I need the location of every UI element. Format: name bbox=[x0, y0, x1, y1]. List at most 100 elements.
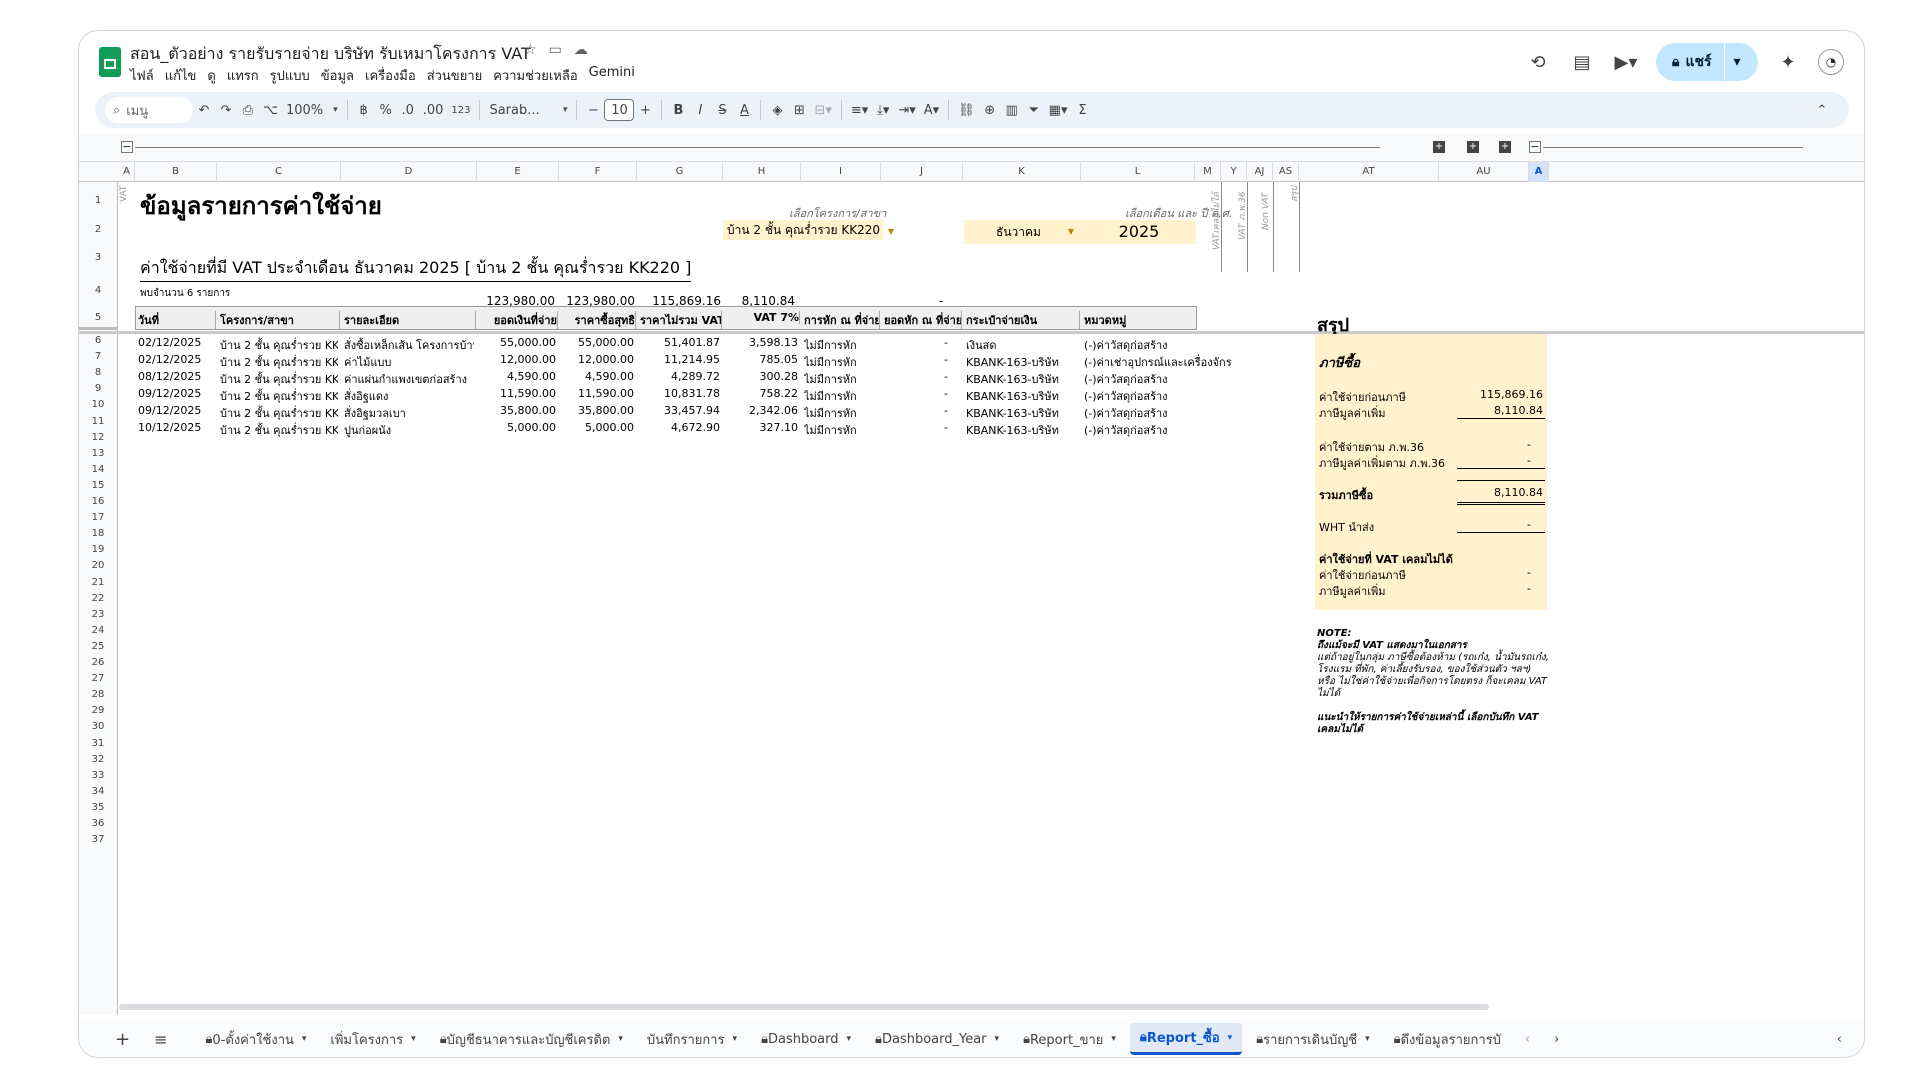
col-header[interactable]: M bbox=[1195, 162, 1221, 182]
table-cell[interactable]: - bbox=[884, 336, 960, 349]
table-cell[interactable]: KBANK-163-บริษัท bbox=[966, 353, 1078, 371]
table-cell[interactable]: - bbox=[884, 421, 960, 434]
menu-edit[interactable]: แก้ไข bbox=[165, 65, 197, 86]
table-cell[interactable]: 3,598.13 bbox=[726, 336, 798, 349]
row-header[interactable]: 23 bbox=[79, 607, 117, 623]
menu-data[interactable]: ข้อมูล bbox=[321, 65, 354, 86]
row-header[interactable]: 11 bbox=[79, 414, 117, 430]
row-header[interactable]: 31 bbox=[79, 736, 117, 752]
more-formats-button[interactable]: 123 bbox=[447, 97, 474, 123]
table-cell[interactable]: 785.05 bbox=[726, 353, 799, 366]
merge-cells-icon[interactable]: ⊟▾ bbox=[810, 97, 835, 123]
table-cell[interactable]: 300.28 bbox=[726, 370, 799, 383]
menu-format[interactable]: รูปแบบ bbox=[270, 65, 310, 86]
table-cell[interactable]: ไม่มีการหัก bbox=[804, 370, 878, 388]
row-header[interactable]: 25 bbox=[79, 639, 117, 655]
table-cell[interactable]: 5,000.00 bbox=[480, 421, 556, 434]
table-cell[interactable]: 4,590.00 bbox=[480, 370, 556, 383]
month-select[interactable]: ธันวาคม ▼ bbox=[964, 220, 1082, 244]
percent-button[interactable]: % bbox=[375, 97, 397, 123]
row-header[interactable]: 27 bbox=[79, 671, 117, 687]
group-collapse-icon-2[interactable]: − bbox=[1529, 141, 1541, 153]
col-header[interactable]: I bbox=[801, 162, 881, 182]
table-cell[interactable]: 33,457.94 bbox=[640, 404, 720, 417]
table-cell[interactable]: 327.10 bbox=[726, 421, 799, 434]
table-cell[interactable]: สั่งอิฐแดง bbox=[344, 387, 474, 405]
table-cell[interactable]: - bbox=[884, 387, 960, 400]
collapse-toolbar-icon[interactable]: ⌃ bbox=[1811, 97, 1833, 123]
horizontal-align-icon[interactable]: ≡▾ bbox=[847, 97, 872, 123]
table-cell[interactable]: บ้าน 2 ชั้น คุณร่ำรวย KK220 bbox=[220, 404, 338, 422]
tab-menu-icon[interactable]: ▾ bbox=[1228, 1033, 1233, 1043]
horizontal-scrollbar[interactable] bbox=[119, 1004, 1489, 1010]
currency-button[interactable]: ฿ bbox=[353, 97, 375, 123]
col-header[interactable]: AU bbox=[1439, 162, 1529, 182]
table-cell[interactable]: (-)ค่าเช่าอุปกรณ์และเครื่องจักร bbox=[1084, 353, 1232, 371]
table-cell[interactable]: สั่งอิฐมวลเบา bbox=[344, 404, 474, 422]
col-header[interactable]: B bbox=[135, 162, 217, 182]
side-panel-toggle-icon[interactable]: ‹ bbox=[1827, 1023, 1852, 1055]
table-cell[interactable]: 35,800.00 bbox=[480, 404, 556, 417]
tab-menu-icon[interactable]: ▾ bbox=[618, 1034, 623, 1044]
row-header[interactable]: 29 bbox=[79, 703, 117, 719]
increase-decimal-button[interactable]: .00 bbox=[419, 97, 448, 123]
table-cell[interactable]: ไม่มีการหัก bbox=[804, 336, 878, 354]
table-cell[interactable]: 51,401.87 bbox=[640, 336, 720, 349]
filter-views-icon[interactable]: ▦▾ bbox=[1045, 97, 1072, 123]
font-select[interactable]: Sarab... ▾ bbox=[485, 97, 571, 123]
row-header[interactable]: 5 bbox=[79, 306, 117, 330]
share-dropdown-icon[interactable]: ▾ bbox=[1723, 43, 1750, 81]
table-cell[interactable]: ไม่มีการหัก bbox=[804, 421, 878, 439]
group-expand-icon-3[interactable]: + bbox=[1499, 141, 1511, 153]
version-history-icon[interactable]: ⟲ bbox=[1524, 48, 1552, 76]
row-header[interactable]: 1 bbox=[79, 182, 117, 220]
table-cell[interactable]: 2,342.06 bbox=[726, 404, 798, 417]
tab-import-data[interactable]: 🔒︎ ดึงข้อมูลรายการบั bbox=[1384, 1023, 1511, 1055]
col-header[interactable]: K bbox=[963, 162, 1081, 182]
table-cell[interactable]: บ้าน 2 ชั้น คุณร่ำรวย KK220 bbox=[220, 387, 338, 405]
table-cell[interactable]: บ้าน 2 ชั้น คุณร่ำรวย KK220 bbox=[220, 370, 338, 388]
table-cell[interactable]: เงินสด bbox=[966, 336, 1078, 354]
tab-record-entries[interactable]: บันทึกรายการ ▾ bbox=[637, 1023, 747, 1055]
col-header[interactable]: A bbox=[1529, 162, 1549, 182]
row-header[interactable]: 14 bbox=[79, 462, 117, 478]
table-cell[interactable]: ไม่มีการหัก bbox=[804, 387, 878, 405]
tab-menu-icon[interactable]: ▾ bbox=[995, 1034, 1000, 1044]
row-header[interactable]: 4 bbox=[79, 276, 117, 306]
table-cell[interactable]: สั่งซื้อเหล็กเส้น โครงการบ้าน KK2 bbox=[344, 336, 474, 354]
undo-icon[interactable]: ↶ bbox=[193, 97, 215, 123]
row-header[interactable]: 22 bbox=[79, 591, 117, 607]
table-cell[interactable]: 11,590.00 bbox=[480, 387, 556, 400]
functions-icon[interactable]: Σ bbox=[1071, 97, 1093, 123]
row-header[interactable]: 10 bbox=[79, 397, 117, 413]
vertical-align-icon[interactable]: ⤓▾ bbox=[872, 97, 894, 123]
table-cell[interactable]: (-)ค่าวัสดุก่อสร้าง bbox=[1084, 336, 1192, 354]
tab-menu-icon[interactable]: ▾ bbox=[1111, 1034, 1116, 1044]
row-header[interactable]: 12 bbox=[79, 430, 117, 446]
menu-extensions[interactable]: ส่วนขยาย bbox=[427, 65, 483, 86]
menu-file[interactable]: ไฟล์ bbox=[130, 65, 154, 86]
row-header[interactable]: 28 bbox=[79, 687, 117, 703]
tab-dashboard[interactable]: 🔒︎ Dashboard ▾ bbox=[751, 1023, 861, 1055]
scroll-tabs-left-icon[interactable]: ‹ bbox=[1515, 1023, 1540, 1055]
comments-icon[interactable]: ▤ bbox=[1568, 48, 1596, 76]
group-expand-icon-2[interactable]: + bbox=[1467, 141, 1479, 153]
col-header[interactable]: AS bbox=[1273, 162, 1299, 182]
tab-add-project[interactable]: เพิ่มโครงการ ▾ bbox=[320, 1023, 425, 1055]
table-cell[interactable]: 4,590.00 bbox=[562, 370, 634, 383]
row-header[interactable]: 16 bbox=[79, 494, 117, 510]
tab-dashboard-year[interactable]: 🔒︎ Dashboard_Year ▾ bbox=[865, 1023, 1009, 1055]
table-cell[interactable]: KBANK-163-บริษัท bbox=[966, 421, 1078, 439]
table-cell[interactable]: บ้าน 2 ชั้น คุณร่ำรวย KK220 bbox=[220, 421, 338, 439]
fill-color-icon[interactable]: ◈ bbox=[766, 97, 788, 123]
row-header[interactable]: 2 bbox=[79, 220, 117, 240]
table-cell[interactable]: 55,000.00 bbox=[480, 336, 556, 349]
col-header[interactable]: F bbox=[559, 162, 637, 182]
avatar[interactable]: ◔ bbox=[1818, 49, 1844, 75]
table-cell[interactable]: 12,000.00 bbox=[562, 353, 634, 366]
table-cell[interactable]: - bbox=[884, 370, 960, 383]
table-cell[interactable]: ปูนก่อผนัง bbox=[344, 421, 474, 439]
filter-icon[interactable]: ⏷ bbox=[1023, 97, 1045, 123]
row-header[interactable]: 7 bbox=[79, 349, 117, 365]
table-cell[interactable]: ไม่มีการหัก bbox=[804, 404, 878, 422]
